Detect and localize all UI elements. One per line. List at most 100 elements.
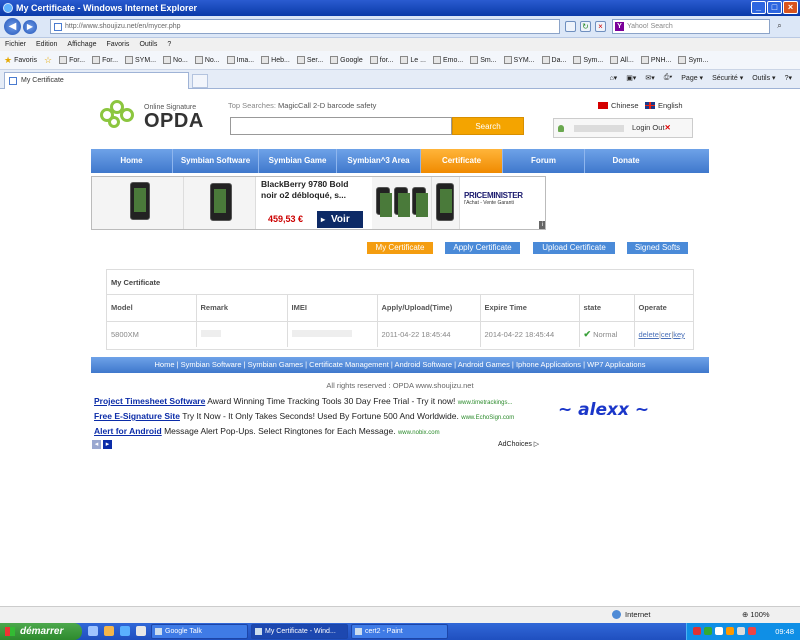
nav-donate[interactable]: Donate <box>585 149 667 173</box>
menu-help[interactable]: ? <box>167 41 171 48</box>
quicklaunch-icon[interactable] <box>120 626 130 636</box>
taskbar-item[interactable]: Google Talk <box>151 624 248 639</box>
adchoices-link[interactable]: AdChoices ▷ <box>498 440 539 448</box>
top-searches-terms[interactable]: MagicCall 2-D barcode safety <box>278 101 376 110</box>
zoom-level[interactable]: ⊕ 100% <box>742 610 770 619</box>
tools-menu[interactable]: Outils ▾ <box>752 74 775 82</box>
tray-icon[interactable] <box>737 627 745 635</box>
nav-certificate[interactable]: Certificate <box>421 149 503 173</box>
favorite-link[interactable]: for... <box>369 56 393 64</box>
favorite-link[interactable]: Sym... <box>678 56 708 64</box>
ad-headline[interactable]: Project Timesheet Software <box>94 396 205 406</box>
favorite-link[interactable]: Ser... <box>296 56 323 64</box>
quicklaunch-icon[interactable] <box>88 626 98 636</box>
banner-cta-button[interactable]: Voir <box>317 211 363 228</box>
favorites-button[interactable]: ★ Favoris <box>4 55 37 66</box>
nav-forum[interactable]: Forum <box>503 149 585 173</box>
menu-tools[interactable]: Outils <box>139 41 157 48</box>
new-tab-button[interactable] <box>192 74 208 88</box>
menu-view[interactable]: Affichage <box>67 41 96 48</box>
cer-link[interactable]: cer <box>661 330 671 339</box>
ad-next-icon[interactable]: ▸ <box>103 440 112 449</box>
forward-button[interactable]: ▶ <box>23 20 37 34</box>
start-button[interactable]: démarrer <box>0 623 82 640</box>
favorite-link[interactable]: Emo... <box>432 56 463 64</box>
maximize-button[interactable]: □ <box>767 1 782 14</box>
minimize-button[interactable]: _ <box>751 1 766 14</box>
favorite-link[interactable]: Google <box>330 56 363 64</box>
ad-info-icon[interactable]: i <box>539 221 545 229</box>
add-favorite-button[interactable]: ☆ <box>44 55 52 66</box>
taskbar-item[interactable]: cert2 - Paint <box>351 624 448 639</box>
tray-icon[interactable] <box>726 627 734 635</box>
favorite-link[interactable]: PNH... <box>640 56 671 64</box>
print-icon[interactable]: ⎙▾ <box>664 74 673 82</box>
help-icon[interactable]: ?▾ <box>785 74 792 82</box>
footer-nav[interactable]: Home | Symbian Software | Symbian Games … <box>91 357 709 373</box>
favorite-link[interactable]: No... <box>163 56 188 64</box>
text-ad[interactable]: Free E-Signature Site Try It Now - It On… <box>94 411 514 421</box>
site-search-input[interactable] <box>230 117 452 135</box>
nav-symbian-software[interactable]: Symbian Software <box>173 149 259 173</box>
refresh-icon[interactable]: ↻ <box>580 21 591 32</box>
search-box[interactable]: Y Yahoo! Search <box>612 19 770 34</box>
ad-url[interactable]: www.timetrackings... <box>458 400 513 406</box>
favorite-link[interactable]: Da... <box>541 56 566 64</box>
favorite-link[interactable]: Sym... <box>573 56 603 64</box>
favorite-link[interactable]: All... <box>610 56 634 64</box>
mail-icon[interactable]: ✉▾ <box>645 74 654 82</box>
tray-icon[interactable] <box>748 627 756 635</box>
favorite-link[interactable]: No... <box>194 56 220 64</box>
tray-icon[interactable] <box>693 627 701 635</box>
favorite-link[interactable]: Le ... <box>400 56 426 64</box>
menu-file[interactable]: Fichier <box>5 41 26 48</box>
logout-link[interactable]: Login Out✕ <box>632 119 671 137</box>
tray-icon[interactable] <box>704 627 712 635</box>
quicklaunch-icon[interactable] <box>136 626 146 636</box>
close-window-button[interactable]: × <box>783 1 798 14</box>
taskbar-item[interactable]: My Certificate - Wind... <box>251 624 348 639</box>
page-menu[interactable]: Page ▾ <box>681 74 703 82</box>
text-ad[interactable]: Alert for Android Message Alert Pop-Ups.… <box>94 426 440 436</box>
favorite-link[interactable]: Heb... <box>261 56 290 64</box>
text-ad[interactable]: Project Timesheet Software Award Winning… <box>94 396 512 406</box>
ad-headline[interactable]: Alert for Android <box>94 426 162 436</box>
signed-softs-button[interactable]: Signed Softs <box>627 242 688 254</box>
favorite-link[interactable]: Sm... <box>470 56 497 64</box>
lang-english[interactable]: English <box>645 101 683 110</box>
compat-view-icon[interactable] <box>565 21 576 32</box>
favorite-link[interactable]: Ima... <box>226 56 254 64</box>
lang-chinese[interactable]: Chinese <box>598 101 639 110</box>
home-icon[interactable]: ⌂▾ <box>609 74 617 82</box>
ad-url[interactable]: www.EchoSign.com <box>461 415 514 421</box>
apply-certificate-button[interactable]: Apply Certificate <box>445 242 520 254</box>
feeds-icon[interactable]: ▣▾ <box>626 74 636 82</box>
ad-banner[interactable]: BlackBerry 9780 Bold noir o2 débloqué, s… <box>91 176 546 230</box>
quicklaunch-icon[interactable] <box>104 626 114 636</box>
address-bar[interactable]: http://www.shoujizu.net/en/mycer.php <box>50 19 560 34</box>
menu-favorites[interactable]: Favoris <box>106 41 129 48</box>
favorite-link[interactable]: For... <box>59 56 85 64</box>
site-logo[interactable]: Online Signature OPDA <box>96 96 206 136</box>
favorite-link[interactable]: SYM... <box>503 56 535 64</box>
site-search-button[interactable]: Search <box>452 117 524 135</box>
tray-icon[interactable] <box>715 627 723 635</box>
menu-edit[interactable]: Edition <box>36 41 57 48</box>
favorite-link[interactable]: For... <box>92 56 118 64</box>
my-certificate-button[interactable]: My Certificate <box>367 242 433 254</box>
nav-symbian-game[interactable]: Symbian Game <box>259 149 337 173</box>
stop-icon[interactable]: × <box>595 21 606 32</box>
ad-url[interactable]: www.nobix.com <box>398 430 440 436</box>
security-menu[interactable]: Sécurité ▾ <box>712 74 743 82</box>
back-button[interactable]: ◀ <box>4 18 21 35</box>
nav-symbian3-area[interactable]: Symbian^3 Area <box>337 149 421 173</box>
tab-my-certificate[interactable]: My Certificate <box>4 72 189 89</box>
search-go-icon[interactable]: ⌕ <box>774 21 785 32</box>
upload-certificate-button[interactable]: Upload Certificate <box>533 242 615 254</box>
nav-home[interactable]: Home <box>91 149 173 173</box>
delete-link[interactable]: delete <box>639 330 659 339</box>
security-zone[interactable]: Internet <box>612 610 650 619</box>
favorite-link[interactable]: SYM... <box>125 56 156 64</box>
ad-prev-icon[interactable]: ◂ <box>92 440 101 449</box>
ad-headline[interactable]: Free E-Signature Site <box>94 411 180 421</box>
